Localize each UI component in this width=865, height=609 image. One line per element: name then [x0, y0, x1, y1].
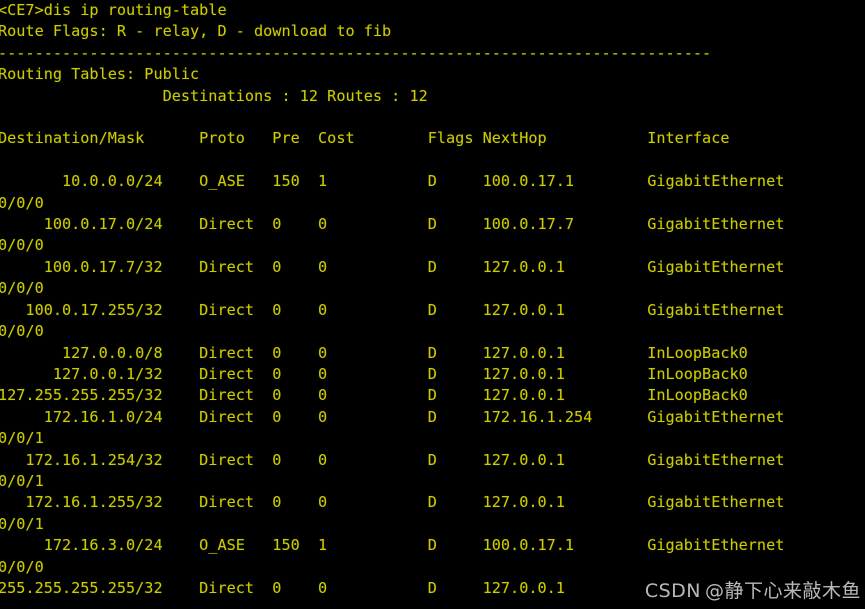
console-output: <CE7>dis ip routing-table Route Flags: R…	[0, 1, 785, 597]
terminal-window[interactable]: <CE7>dis ip routing-table Route Flags: R…	[0, 0, 865, 609]
